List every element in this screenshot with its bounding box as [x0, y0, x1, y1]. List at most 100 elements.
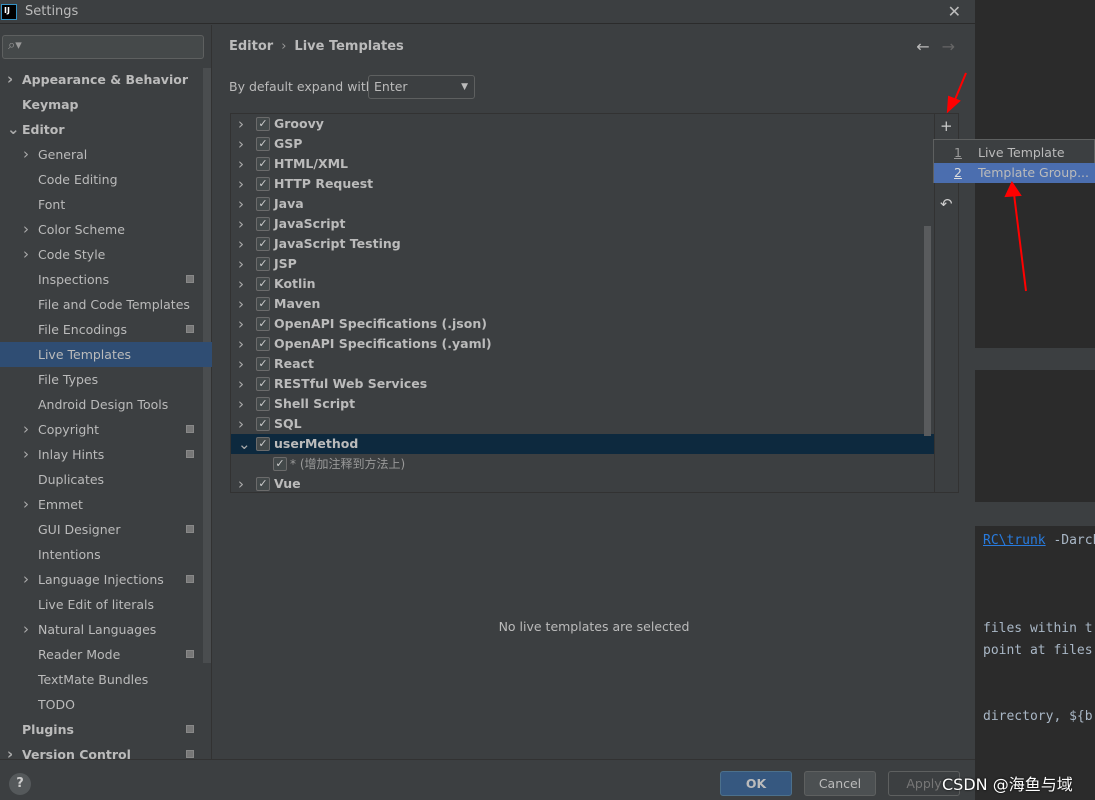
template-checkbox[interactable]: ✓ [256, 157, 270, 171]
template-checkbox[interactable]: ✓ [256, 477, 270, 491]
chevron-right-icon[interactable]: › [23, 142, 29, 167]
template-checkbox[interactable]: ✓ [256, 417, 270, 431]
sidebar-item[interactable]: Reader Mode [0, 642, 203, 667]
cancel-button[interactable]: Cancel [804, 771, 876, 796]
sidebar-item[interactable]: GUI Designer [0, 517, 203, 542]
chevron-right-icon[interactable]: › [238, 414, 244, 434]
chevron-right-icon[interactable]: › [238, 374, 244, 394]
sidebar-item[interactable]: Code Editing [0, 167, 203, 192]
chevron-right-icon[interactable]: › [7, 67, 13, 92]
sidebar-item[interactable]: Android Design Tools [0, 392, 203, 417]
search-input[interactable]: ⌕▾ [2, 35, 204, 59]
sidebar-item[interactable]: Inspections [0, 267, 203, 292]
template-row[interactable]: › ✓ JavaScript [231, 214, 934, 234]
template-checkbox[interactable]: ✓ [256, 117, 270, 131]
forward-arrow-icon[interactable]: → [942, 37, 955, 56]
template-row[interactable]: › ✓ HTML/XML [231, 154, 934, 174]
chevron-right-icon[interactable]: › [238, 154, 244, 174]
sidebar-item[interactable]: File Encodings [0, 317, 203, 342]
sidebar-item[interactable]: › Emmet [0, 492, 203, 517]
template-row[interactable]: › ✓ HTTP Request [231, 174, 934, 194]
sidebar-item[interactable]: › Appearance & Behavior [0, 67, 203, 92]
chevron-down-icon[interactable]: ⌄ [238, 434, 251, 454]
chevron-right-icon[interactable]: › [23, 217, 29, 242]
template-checkbox[interactable]: ✓ [256, 257, 270, 271]
template-checkbox[interactable]: ✓ [256, 317, 270, 331]
template-row[interactable]: › ✓ Vue [231, 474, 934, 494]
sidebar-item[interactable]: › Natural Languages [0, 617, 203, 642]
chevron-right-icon[interactable]: › [238, 214, 244, 234]
template-row[interactable]: ✓ * (增加注释到方法上) [231, 454, 934, 474]
template-row[interactable]: › ✓ OpenAPI Specifications (.yaml) [231, 334, 934, 354]
menu-item-template-group[interactable]: 2 Template Group... [934, 163, 1095, 183]
template-row[interactable]: › ✓ SQL [231, 414, 934, 434]
template-checkbox[interactable]: ✓ [256, 377, 270, 391]
chevron-right-icon[interactable]: › [238, 274, 244, 294]
chevron-right-icon[interactable]: › [238, 354, 244, 374]
chevron-right-icon[interactable]: › [23, 442, 29, 467]
template-checkbox[interactable]: ✓ [256, 297, 270, 311]
template-checkbox[interactable]: ✓ [256, 437, 270, 451]
chevron-right-icon[interactable]: › [238, 294, 244, 314]
template-row[interactable]: › ✓ Shell Script [231, 394, 934, 414]
sidebar-item[interactable]: ⌄ Editor [0, 117, 203, 142]
sidebar-item[interactable]: › Inlay Hints [0, 442, 203, 467]
sidebar-item[interactable]: Live Templates [0, 342, 212, 367]
template-checkbox[interactable]: ✓ [256, 197, 270, 211]
add-icon[interactable]: + [940, 117, 953, 135]
template-checkbox[interactable]: ✓ [256, 137, 270, 151]
sidebar-item[interactable]: › Language Injections [0, 567, 203, 592]
ok-button[interactable]: OK [720, 771, 792, 796]
sidebar-item[interactable]: Live Edit of literals [0, 592, 203, 617]
revert-icon[interactable]: ↶ [940, 195, 953, 213]
sidebar-item[interactable]: › Copyright [0, 417, 203, 442]
sidebar-item[interactable]: Keymap [0, 92, 203, 117]
sidebar-item[interactable]: TextMate Bundles [0, 667, 203, 692]
sidebar-item[interactable]: File and Code Templates [0, 292, 203, 317]
sidebar-item[interactable]: File Types [0, 367, 203, 392]
sidebar-item[interactable]: Intentions [0, 542, 203, 567]
template-row[interactable]: › ✓ RESTful Web Services [231, 374, 934, 394]
sidebar-item[interactable]: TODO [0, 692, 203, 717]
chevron-right-icon[interactable]: › [238, 254, 244, 274]
template-checkbox[interactable]: ✓ [273, 457, 287, 471]
chevron-right-icon[interactable]: › [238, 314, 244, 334]
menu-item-live-template[interactable]: 1 Live Template [934, 143, 1095, 163]
template-row[interactable]: › ✓ Maven [231, 294, 934, 314]
template-row[interactable]: › ✓ JSP [231, 254, 934, 274]
template-row[interactable]: › ✓ Java [231, 194, 934, 214]
chevron-right-icon[interactable]: › [238, 474, 244, 494]
help-button[interactable]: ? [9, 773, 31, 795]
sidebar-item[interactable]: Plugins [0, 717, 203, 742]
sidebar-item[interactable]: › General [0, 142, 203, 167]
chevron-right-icon[interactable]: › [238, 134, 244, 154]
template-row[interactable]: › ✓ GSP [231, 134, 934, 154]
template-row[interactable]: › ✓ React [231, 354, 934, 374]
chevron-right-icon[interactable]: › [23, 417, 29, 442]
template-checkbox[interactable]: ✓ [256, 337, 270, 351]
list-scrollbar[interactable] [924, 226, 931, 436]
chevron-right-icon[interactable]: › [238, 394, 244, 414]
chevron-right-icon[interactable]: › [23, 617, 29, 642]
chevron-right-icon[interactable]: › [238, 334, 244, 354]
template-checkbox[interactable]: ✓ [256, 357, 270, 371]
template-row[interactable]: › ✓ JavaScript Testing [231, 234, 934, 254]
close-icon[interactable]: ✕ [948, 2, 961, 21]
template-checkbox[interactable]: ✓ [256, 217, 270, 231]
chevron-right-icon[interactable]: › [23, 492, 29, 517]
chevron-right-icon[interactable]: › [23, 567, 29, 592]
template-checkbox[interactable]: ✓ [256, 177, 270, 191]
template-row[interactable]: › ✓ Kotlin [231, 274, 934, 294]
back-arrow-icon[interactable]: ← [916, 37, 929, 56]
template-checkbox[interactable]: ✓ [256, 397, 270, 411]
chevron-down-icon[interactable]: ⌄ [7, 117, 20, 142]
sidebar-item[interactable]: Duplicates [0, 467, 203, 492]
template-checkbox[interactable]: ✓ [256, 237, 270, 251]
chevron-right-icon[interactable]: › [238, 114, 244, 134]
chevron-right-icon[interactable]: › [23, 242, 29, 267]
template-row[interactable]: › ✓ Groovy [231, 114, 934, 134]
expand-with-select[interactable]: Enter ▼ [368, 75, 475, 99]
template-row[interactable]: ⌄ ✓ userMethod [231, 434, 934, 454]
template-checkbox[interactable]: ✓ [256, 277, 270, 291]
code-link[interactable]: RC\trunk [983, 533, 1046, 548]
